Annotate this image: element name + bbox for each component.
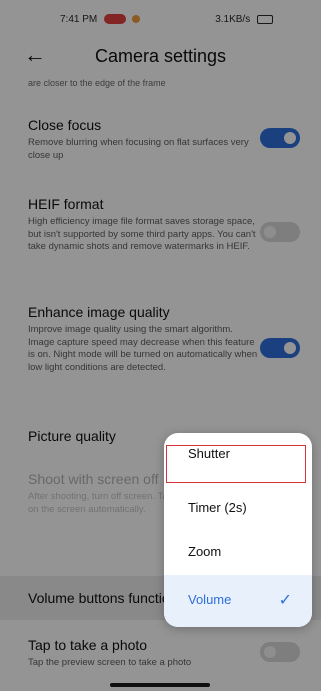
menu-item-zoom[interactable]: Zoom: [164, 531, 312, 575]
menu-item-timer[interactable]: Timer (2s): [164, 487, 312, 531]
check-icon: ✓: [278, 592, 292, 609]
menu-item-volume[interactable]: Volume ✓: [164, 575, 312, 627]
selection-highlight-box: [166, 445, 306, 483]
